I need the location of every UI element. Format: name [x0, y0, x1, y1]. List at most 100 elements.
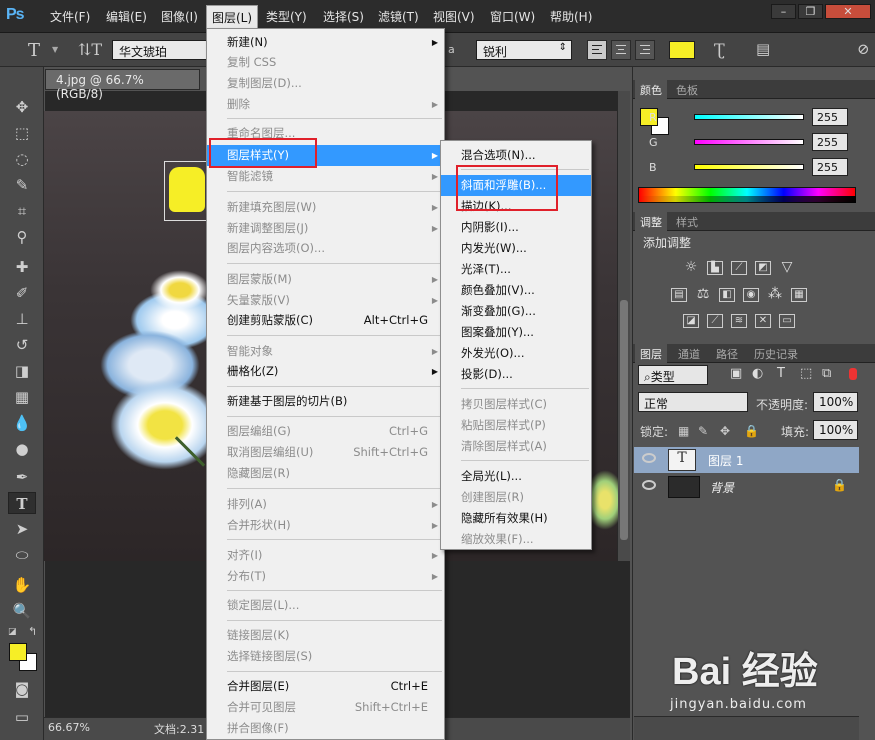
menu-item-lock-layers[interactable]: 锁定图层(L)... — [207, 595, 444, 616]
move-tool-icon[interactable]: ✥ — [8, 96, 36, 118]
curves-icon[interactable]: ⟋ — [731, 261, 747, 275]
crop-tool-icon[interactable]: ⌗ — [8, 200, 36, 222]
warp-text-icon[interactable]: Ʈ — [714, 40, 725, 59]
text-tool-preset-icon[interactable]: T — [28, 40, 40, 61]
menu-item-layer-content-options[interactable]: 图层内容选项(O)... — [207, 238, 444, 259]
tab-color[interactable]: 颜色 — [635, 80, 667, 99]
layer-row[interactable]: 背景 🔒 — [634, 474, 859, 500]
quick-select-tool-icon[interactable]: ✎ — [8, 174, 36, 196]
black-white-icon[interactable]: ◧ — [719, 288, 735, 302]
filter-toggle-icon[interactable] — [849, 368, 857, 380]
menu-image[interactable]: 图像(I) — [161, 8, 198, 25]
menu-item-align[interactable]: 对齐(I) ▶ — [207, 545, 444, 566]
path-selection-tool-icon[interactable]: ➤ — [8, 518, 36, 540]
document-tab[interactable]: 4.jpg @ 66.7%(RGB/8) — [45, 69, 200, 101]
default-colors-icon[interactable]: ◪ — [8, 627, 17, 637]
fill-input[interactable]: 100% — [813, 420, 858, 440]
color-balance-icon[interactable]: ⚖ — [695, 287, 711, 302]
tab-channels[interactable]: 通道 — [673, 346, 705, 362]
menu-item-gradient-overlay[interactable]: 渐变叠加(G)... — [441, 301, 591, 322]
menu-item-delete[interactable]: 删除 ▶ — [207, 94, 444, 115]
menu-item-layer-mask[interactable]: 图层蒙版(M) ▶ — [207, 269, 444, 290]
menu-item-rasterize[interactable]: 栅格化(Z) ▶ — [207, 361, 444, 382]
hand-tool-icon[interactable]: ✋ — [8, 574, 36, 596]
red-slider-track[interactable] — [694, 114, 804, 120]
lock-position-icon[interactable]: ✥ — [720, 424, 730, 438]
chevron-down-icon[interactable]: ▼ — [52, 45, 58, 54]
filter-type-icon[interactable]: T — [777, 366, 785, 381]
menu-item-arrange[interactable]: 排列(A) ▶ — [207, 494, 444, 515]
blend-mode-select[interactable]: 正常 — [638, 392, 748, 412]
filter-shape-icon[interactable]: ⬚ — [800, 366, 812, 381]
menu-layer[interactable]: 图层(L) — [206, 5, 259, 29]
menu-item-combine-shapes[interactable]: 合并形状(H) ▶ — [207, 515, 444, 536]
menu-item-new-layer-based-slice[interactable]: 新建基于图层的切片(B) — [207, 391, 444, 412]
pen-tool-icon[interactable]: ✒ — [8, 466, 36, 488]
tab-history[interactable]: 历史记录 — [749, 346, 803, 362]
layer-row-selected[interactable]: T 图层 1 — [634, 447, 859, 473]
tab-layers[interactable]: 图层 — [635, 344, 667, 363]
foreground-color-swatch[interactable] — [9, 643, 27, 661]
menu-item-scale-effects[interactable]: 缩放效果(F)... — [441, 529, 591, 550]
cancel-icon[interactable]: ⊘ — [857, 40, 870, 58]
menu-window[interactable]: 窗口(W) — [490, 8, 535, 25]
opacity-input[interactable]: 100% — [813, 392, 858, 412]
threshold-icon[interactable]: ≋ — [731, 314, 747, 328]
menu-item-copy-layer-style[interactable]: 拷贝图层样式(C) — [441, 394, 591, 415]
tab-styles[interactable]: 样式 — [671, 214, 703, 230]
menu-item-layer-style[interactable]: 图层样式(Y) ▶ — [207, 145, 444, 166]
lock-all-icon[interactable]: 🔒 — [744, 424, 759, 438]
swap-colors-icon[interactable]: ↰ — [28, 625, 37, 638]
text-color-swatch[interactable] — [669, 41, 695, 59]
layer-name[interactable]: 图层 1 — [708, 452, 743, 469]
menu-file[interactable]: 文件(F) — [50, 8, 90, 25]
menu-item-paste-layer-style[interactable]: 粘贴图层样式(P) — [441, 415, 591, 436]
posterize-icon[interactable]: ⟋ — [707, 314, 723, 328]
filter-pixel-icon[interactable]: ▣ — [730, 366, 742, 381]
menu-item-hide-all-effects[interactable]: 隐藏所有效果(H) — [441, 508, 591, 529]
menu-select[interactable]: 选择(S) — [323, 8, 364, 25]
color-lookup-icon[interactable]: ▦ — [791, 288, 807, 302]
lasso-tool-icon[interactable]: ◌ — [8, 148, 36, 170]
align-left-button[interactable] — [587, 40, 607, 60]
menu-item-drop-shadow[interactable]: 投影(D)... — [441, 364, 591, 385]
clone-stamp-tool-icon[interactable]: ⊥ — [8, 308, 36, 330]
menu-item-new-adjustment-layer[interactable]: 新建调整图层(J) ▶ — [207, 218, 444, 239]
menu-item-smart-filter[interactable]: 智能滤镜 ▶ — [207, 166, 444, 187]
eraser-tool-icon[interactable]: ◨ — [8, 360, 36, 382]
eyedropper-tool-icon[interactable]: ⚲ — [8, 226, 36, 248]
menu-item-duplicate-layer[interactable]: 复制图层(D)... — [207, 73, 444, 94]
text-orientation-icon[interactable]: ⇅T — [78, 40, 102, 59]
menu-filter[interactable]: 滤镜(T) — [378, 8, 419, 25]
photo-filter-icon[interactable]: ◉ — [743, 288, 759, 302]
brush-tool-icon[interactable]: ✐ — [8, 282, 36, 304]
quick-mask-icon[interactable]: ◙ — [8, 678, 36, 700]
menu-type[interactable]: 类型(Y) — [266, 8, 307, 25]
menu-edit[interactable]: 编辑(E) — [106, 8, 147, 25]
dodge-tool-icon[interactable]: ● — [8, 438, 36, 460]
ellipse-tool-icon[interactable]: ⬭ — [8, 544, 36, 566]
green-slider-track[interactable] — [694, 139, 804, 145]
visibility-eye-icon[interactable] — [642, 480, 656, 490]
invert-icon[interactable]: ◪ — [683, 314, 699, 328]
green-slider[interactable]: G 255 — [649, 133, 849, 151]
blue-slider[interactable]: B 255 — [649, 158, 849, 176]
menu-item-create-clipping-mask[interactable]: 创建剪贴蒙版(C) Alt+Ctrl+G — [207, 310, 444, 331]
tab-adjustments[interactable]: 调整 — [635, 212, 667, 231]
menu-item-outer-glow[interactable]: 外发光(O)... — [441, 343, 591, 364]
menu-item-flatten-image[interactable]: 拼合图像(F) — [207, 718, 444, 739]
red-slider[interactable]: R 255 — [649, 108, 849, 126]
menu-item-global-light[interactable]: 全局光(L)... — [441, 466, 591, 487]
tab-swatches[interactable]: 色板 — [671, 82, 703, 98]
menu-item-select-linked-layers[interactable]: 选择链接图层(S) — [207, 646, 444, 667]
screen-mode-icon[interactable]: ▭ — [8, 706, 36, 728]
hue-saturation-icon[interactable]: ▤ — [671, 288, 687, 302]
menu-item-distribute[interactable]: 分布(T) ▶ — [207, 566, 444, 587]
menu-item-ungroup-layers[interactable]: 取消图层编组(U) Shift+Ctrl+G — [207, 442, 444, 463]
close-button[interactable]: ✕ — [825, 4, 871, 19]
menu-item-color-overlay[interactable]: 颜色叠加(V)... — [441, 280, 591, 301]
minimize-button[interactable]: – — [771, 4, 796, 19]
vibrance-icon[interactable]: ▽ — [779, 260, 795, 275]
menu-item-merge-visible[interactable]: 合并可见图层 Shift+Ctrl+E — [207, 697, 444, 718]
lock-transparent-icon[interactable]: ▦ — [678, 424, 689, 438]
